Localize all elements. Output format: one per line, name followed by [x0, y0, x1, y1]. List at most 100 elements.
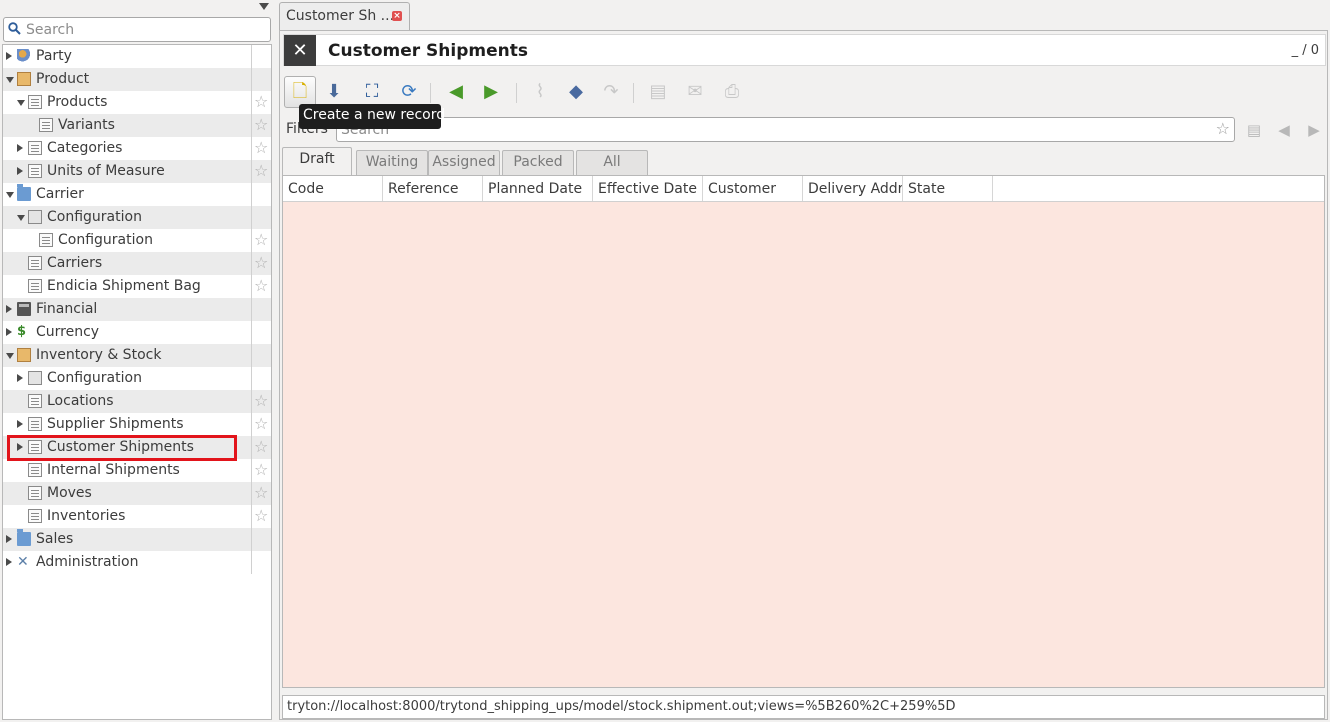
filter-search-input[interactable]	[341, 120, 1201, 139]
expander-closed-icon[interactable]	[6, 535, 12, 543]
sidebar-item[interactable]: Variants ☆	[3, 114, 271, 137]
sidebar-item[interactable]: ✕ Administration	[3, 551, 271, 574]
previous-button[interactable]: ◀	[443, 79, 469, 105]
action-button[interactable]: ◆	[563, 79, 589, 105]
sidebar-item[interactable]: $ Currency	[3, 321, 271, 344]
sidebar-item-label: Product	[36, 71, 90, 87]
favorite-star-icon[interactable]: ☆	[254, 392, 268, 410]
column-header[interactable]: Planned Date	[483, 176, 593, 201]
expander-open-icon[interactable]	[17, 215, 25, 221]
tab-assigned[interactable]: Assigned	[428, 150, 500, 175]
switch-view-button[interactable]: ⛶	[359, 79, 385, 105]
sidebar-item[interactable]: Configuration ☆	[3, 229, 271, 252]
sidebar-item[interactable]: Carrier	[3, 183, 271, 206]
sidebar-item[interactable]: Moves ☆	[3, 482, 271, 505]
menu-search-input[interactable]	[26, 20, 266, 39]
sidebar-item-label: Variants	[58, 117, 115, 133]
favorite-star-icon[interactable]: ☆	[254, 484, 268, 502]
sidebar-item[interactable]: Financial	[3, 298, 271, 321]
expander-closed-icon[interactable]	[6, 305, 12, 313]
tab-packed[interactable]: Packed	[502, 150, 574, 175]
records-table[interactable]: Code Reference Planned Date Effective Date C…	[282, 175, 1325, 688]
expander-open-icon[interactable]	[17, 100, 25, 106]
tab-customer-shipments[interactable]: Customer Sh ... ×	[279, 2, 410, 30]
expander-closed-icon[interactable]	[6, 558, 12, 566]
reload-button[interactable]: ⟳	[396, 79, 422, 105]
column-header[interactable]: Delivery Addr	[803, 176, 903, 201]
sidebar-item-label: Endicia Shipment Bag	[47, 278, 201, 294]
expander-closed-icon[interactable]	[6, 328, 12, 336]
next-button[interactable]: ▶	[478, 79, 504, 105]
favorite-star-icon[interactable]: ☆	[254, 461, 268, 479]
favorite-star-icon[interactable]: ☆	[254, 277, 268, 295]
sidebar-item[interactable]: Configuration	[3, 367, 271, 390]
save-button[interactable]: ⬇	[321, 79, 347, 105]
pane-splitter[interactable]	[274, 355, 278, 369]
config-icon	[28, 371, 42, 385]
expander-open-icon[interactable]	[6, 192, 14, 198]
filter-next-icon[interactable]: ▶	[1303, 119, 1325, 141]
favorite-star-icon[interactable]: ☆	[254, 116, 268, 134]
expander-closed-icon[interactable]	[17, 144, 23, 152]
relate-button[interactable]: ↷	[598, 79, 624, 105]
sidebar-item[interactable]: Sales	[3, 528, 271, 551]
favorite-star-icon[interactable]: ☆	[254, 415, 268, 433]
sidebar-item[interactable]: Supplier Shipments ☆	[3, 413, 271, 436]
report-button[interactable]: ▤	[645, 79, 671, 105]
email-button[interactable]: ✉	[682, 79, 708, 105]
toolbar-separator	[516, 83, 517, 103]
document-icon	[39, 233, 53, 247]
redo-icon: ↷	[603, 81, 619, 102]
attachment-button[interactable]: ⌇	[527, 79, 553, 105]
new-document-icon: 🗋	[292, 81, 308, 102]
sidebar-item[interactable]: Endicia Shipment Bag ☆	[3, 275, 271, 298]
favorite-star-icon[interactable]: ☆	[254, 254, 268, 272]
close-icon[interactable]: ×	[392, 11, 402, 21]
menu-search-field[interactable]	[3, 17, 271, 42]
favorite-star-icon[interactable]: ☆	[254, 438, 268, 456]
tools-icon: ✕	[17, 554, 29, 570]
filter-previous-icon[interactable]: ◀	[1273, 119, 1295, 141]
expander-closed-icon[interactable]	[17, 374, 23, 382]
sidebar-item[interactable]: Configuration	[3, 206, 271, 229]
column-header[interactable]: Customer	[703, 176, 803, 201]
sidebar-item[interactable]: Internal Shipments ☆	[3, 459, 271, 482]
column-divider	[251, 114, 252, 137]
tab-draft[interactable]: Draft	[282, 147, 352, 175]
sidebar-item-label: Inventories	[47, 508, 126, 524]
bookmark-star-icon[interactable]: ☆	[1216, 119, 1230, 138]
sidebar-item[interactable]: Carriers ☆	[3, 252, 271, 275]
favorite-star-icon[interactable]: ☆	[254, 507, 268, 525]
sidebar-item[interactable]: Inventories ☆	[3, 505, 271, 528]
favorite-star-icon[interactable]: ☆	[254, 231, 268, 249]
tab-waiting[interactable]: Waiting	[356, 150, 428, 175]
expander-closed-icon[interactable]	[6, 52, 12, 60]
sidebar-item-label: Configuration	[47, 209, 142, 225]
expander-closed-icon[interactable]	[17, 420, 23, 428]
sidebar-item-label: Units of Measure	[47, 163, 165, 179]
column-header[interactable]: State	[903, 176, 993, 201]
sidebar-item[interactable]: Products ☆	[3, 91, 271, 114]
expander-open-icon[interactable]	[6, 77, 14, 83]
expander-closed-icon[interactable]	[17, 167, 23, 175]
expander-open-icon[interactable]	[6, 353, 14, 359]
menu-dropdown-arrow-icon[interactable]	[259, 3, 269, 10]
document-icon	[28, 141, 42, 155]
favorite-star-icon[interactable]: ☆	[254, 162, 268, 180]
print-button[interactable]: ⎙	[719, 79, 745, 105]
tab-all[interactable]: All	[576, 150, 648, 175]
sidebar-item[interactable]: Party	[3, 45, 271, 68]
sidebar-item[interactable]: Inventory & Stock	[3, 344, 271, 367]
column-header[interactable]: Effective Date	[593, 176, 703, 201]
favorite-star-icon[interactable]: ☆	[254, 139, 268, 157]
sidebar-item-label: Carriers	[47, 255, 103, 271]
column-header[interactable]: Code	[283, 176, 383, 201]
column-header[interactable]: Reference	[383, 176, 483, 201]
sidebar-item[interactable]: Units of Measure ☆	[3, 160, 271, 183]
sidebar-item[interactable]: Locations ☆	[3, 390, 271, 413]
sidebar-item[interactable]: Categories ☆	[3, 137, 271, 160]
filter-search-field[interactable]: ☆	[336, 117, 1235, 142]
save-filter-icon[interactable]: ▤	[1243, 119, 1265, 141]
sidebar-item[interactable]: Product	[3, 68, 271, 91]
favorite-star-icon[interactable]: ☆	[254, 93, 268, 111]
